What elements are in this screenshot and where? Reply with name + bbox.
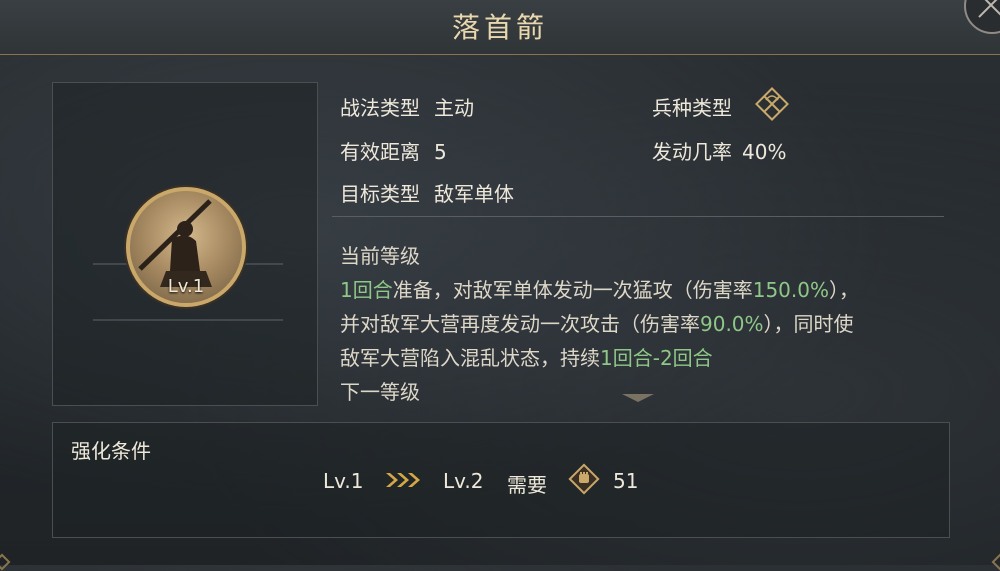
damage-rate-highlight: 90.0%: [700, 312, 764, 336]
description-text: ），同时使: [763, 312, 854, 336]
trigger-rate-row: 发动几率 40%: [652, 136, 786, 165]
description-line-1: 1回合准备，对敌军单体发动一次猛攻（伤害率150.0%），: [340, 274, 950, 303]
skill-icon-panel: Lv.1: [52, 82, 318, 406]
skill-type-label: 战法类型: [340, 96, 420, 120]
title-bar: 落首箭: [0, 0, 1000, 55]
from-level: Lv.1: [323, 469, 364, 493]
damage-rate-highlight: 150.0%: [752, 278, 829, 302]
description-text: 敌军大营陷入混乱状态，持续: [340, 346, 600, 370]
to-level: Lv.2: [443, 469, 484, 493]
skill-type-row: 战法类型 主动: [340, 92, 474, 121]
trigger-rate-value: 40%: [742, 140, 787, 164]
archer-skill-icon: Lv.1: [126, 187, 246, 307]
upgrade-cost: 51: [613, 469, 639, 493]
corner-ornament: [0, 553, 11, 571]
upgrade-title: 强化条件: [71, 439, 151, 463]
skill-type-value: 主动: [434, 96, 474, 120]
corner-ornament: [991, 553, 1000, 571]
trigger-rate-label: 发动几率: [652, 140, 732, 164]
current-level-label: 当前等级: [340, 244, 420, 268]
scroll-down-icon[interactable]: [622, 394, 654, 402]
require-label: 需要: [507, 473, 547, 497]
range-row: 有效距离 5: [340, 136, 447, 165]
target-row: 目标类型 敌军单体: [340, 178, 514, 207]
range-value: 5: [434, 140, 447, 164]
target-value: 敌军单体: [434, 182, 514, 206]
duration-highlight: 1回合-2回合: [600, 346, 713, 370]
upgrade-panel: 强化条件 Lv.1 Lv.2 需要 51: [52, 422, 950, 538]
troop-type-row: 兵种类型: [652, 92, 732, 121]
fist-token-icon: [568, 463, 600, 495]
range-label: 有效距离: [340, 140, 420, 164]
skill-level-badge: Lv.1: [167, 276, 205, 297]
chevrons-right-icon: [386, 473, 420, 487]
info-divider: [332, 216, 944, 217]
description-text: ），: [829, 278, 859, 302]
description-line-2: 并对敌军大营再度发动一次攻击（伤害率90.0%），同时使: [340, 308, 950, 337]
description-text: 准备，对敌军单体发动一次猛攻（伤害率: [392, 278, 753, 302]
description-text: 并对敌军大营再度发动一次攻击（伤害率: [340, 312, 700, 336]
crossed-bow-icon: [755, 87, 789, 121]
skill-title: 落首箭: [451, 11, 548, 44]
target-label: 目标类型: [340, 182, 420, 206]
rounds-highlight: 1回合: [340, 278, 393, 302]
description-line-3: 敌军大营陷入混乱状态，持续1回合-2回合: [340, 342, 950, 371]
troop-type-label: 兵种类型: [652, 96, 732, 120]
